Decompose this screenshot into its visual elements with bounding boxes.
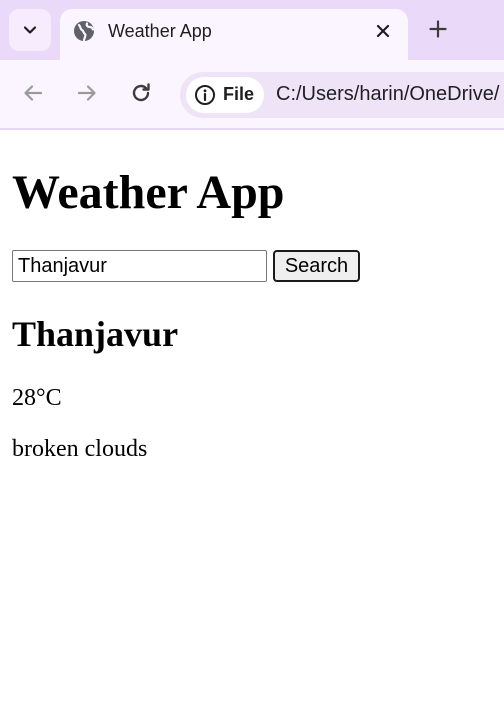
browser-toolbar: File C:/Users/harin/OneDrive/ bbox=[0, 60, 504, 130]
temperature-value: 28°C bbox=[12, 385, 62, 411]
search-button[interactable]: Search bbox=[273, 250, 360, 282]
arrow-right-icon bbox=[77, 85, 96, 101]
tab-weather-app[interactable]: Weather App bbox=[60, 9, 408, 60]
tab-search-button[interactable] bbox=[9, 9, 51, 51]
reload-icon bbox=[132, 83, 150, 102]
chevron-down-icon bbox=[23, 26, 37, 34]
tab-title: Weather App bbox=[108, 21, 212, 41]
weather-description: broken clouds bbox=[12, 436, 148, 462]
site-info-chip[interactable]: File bbox=[186, 77, 264, 113]
address-bar[interactable]: File C:/Users/harin/OneDrive/ bbox=[180, 72, 504, 118]
info-icon bbox=[195, 85, 215, 105]
city-name: Thanjavur bbox=[12, 314, 179, 354]
arrow-left-icon bbox=[24, 85, 43, 101]
forward-button[interactable] bbox=[72, 78, 102, 108]
site-chip-label: File bbox=[223, 84, 255, 104]
tab-strip: Weather App bbox=[0, 0, 504, 60]
reload-button[interactable] bbox=[126, 78, 156, 108]
page-content: Weather App Search Thanjavur 28°C broken… bbox=[0, 132, 504, 714]
back-button[interactable] bbox=[18, 78, 48, 108]
close-icon bbox=[376, 24, 390, 38]
browser-chrome: Weather App File C:/Users/harin/OneDrive… bbox=[0, 0, 504, 130]
plus-icon bbox=[429, 20, 447, 38]
globe-icon bbox=[74, 21, 95, 42]
city-search-input[interactable] bbox=[12, 250, 267, 282]
url-text: C:/Users/harin/OneDrive/ bbox=[276, 83, 500, 105]
new-tab-button[interactable] bbox=[424, 15, 452, 43]
page-title: Weather App bbox=[12, 166, 285, 219]
close-tab-button[interactable] bbox=[371, 19, 395, 43]
